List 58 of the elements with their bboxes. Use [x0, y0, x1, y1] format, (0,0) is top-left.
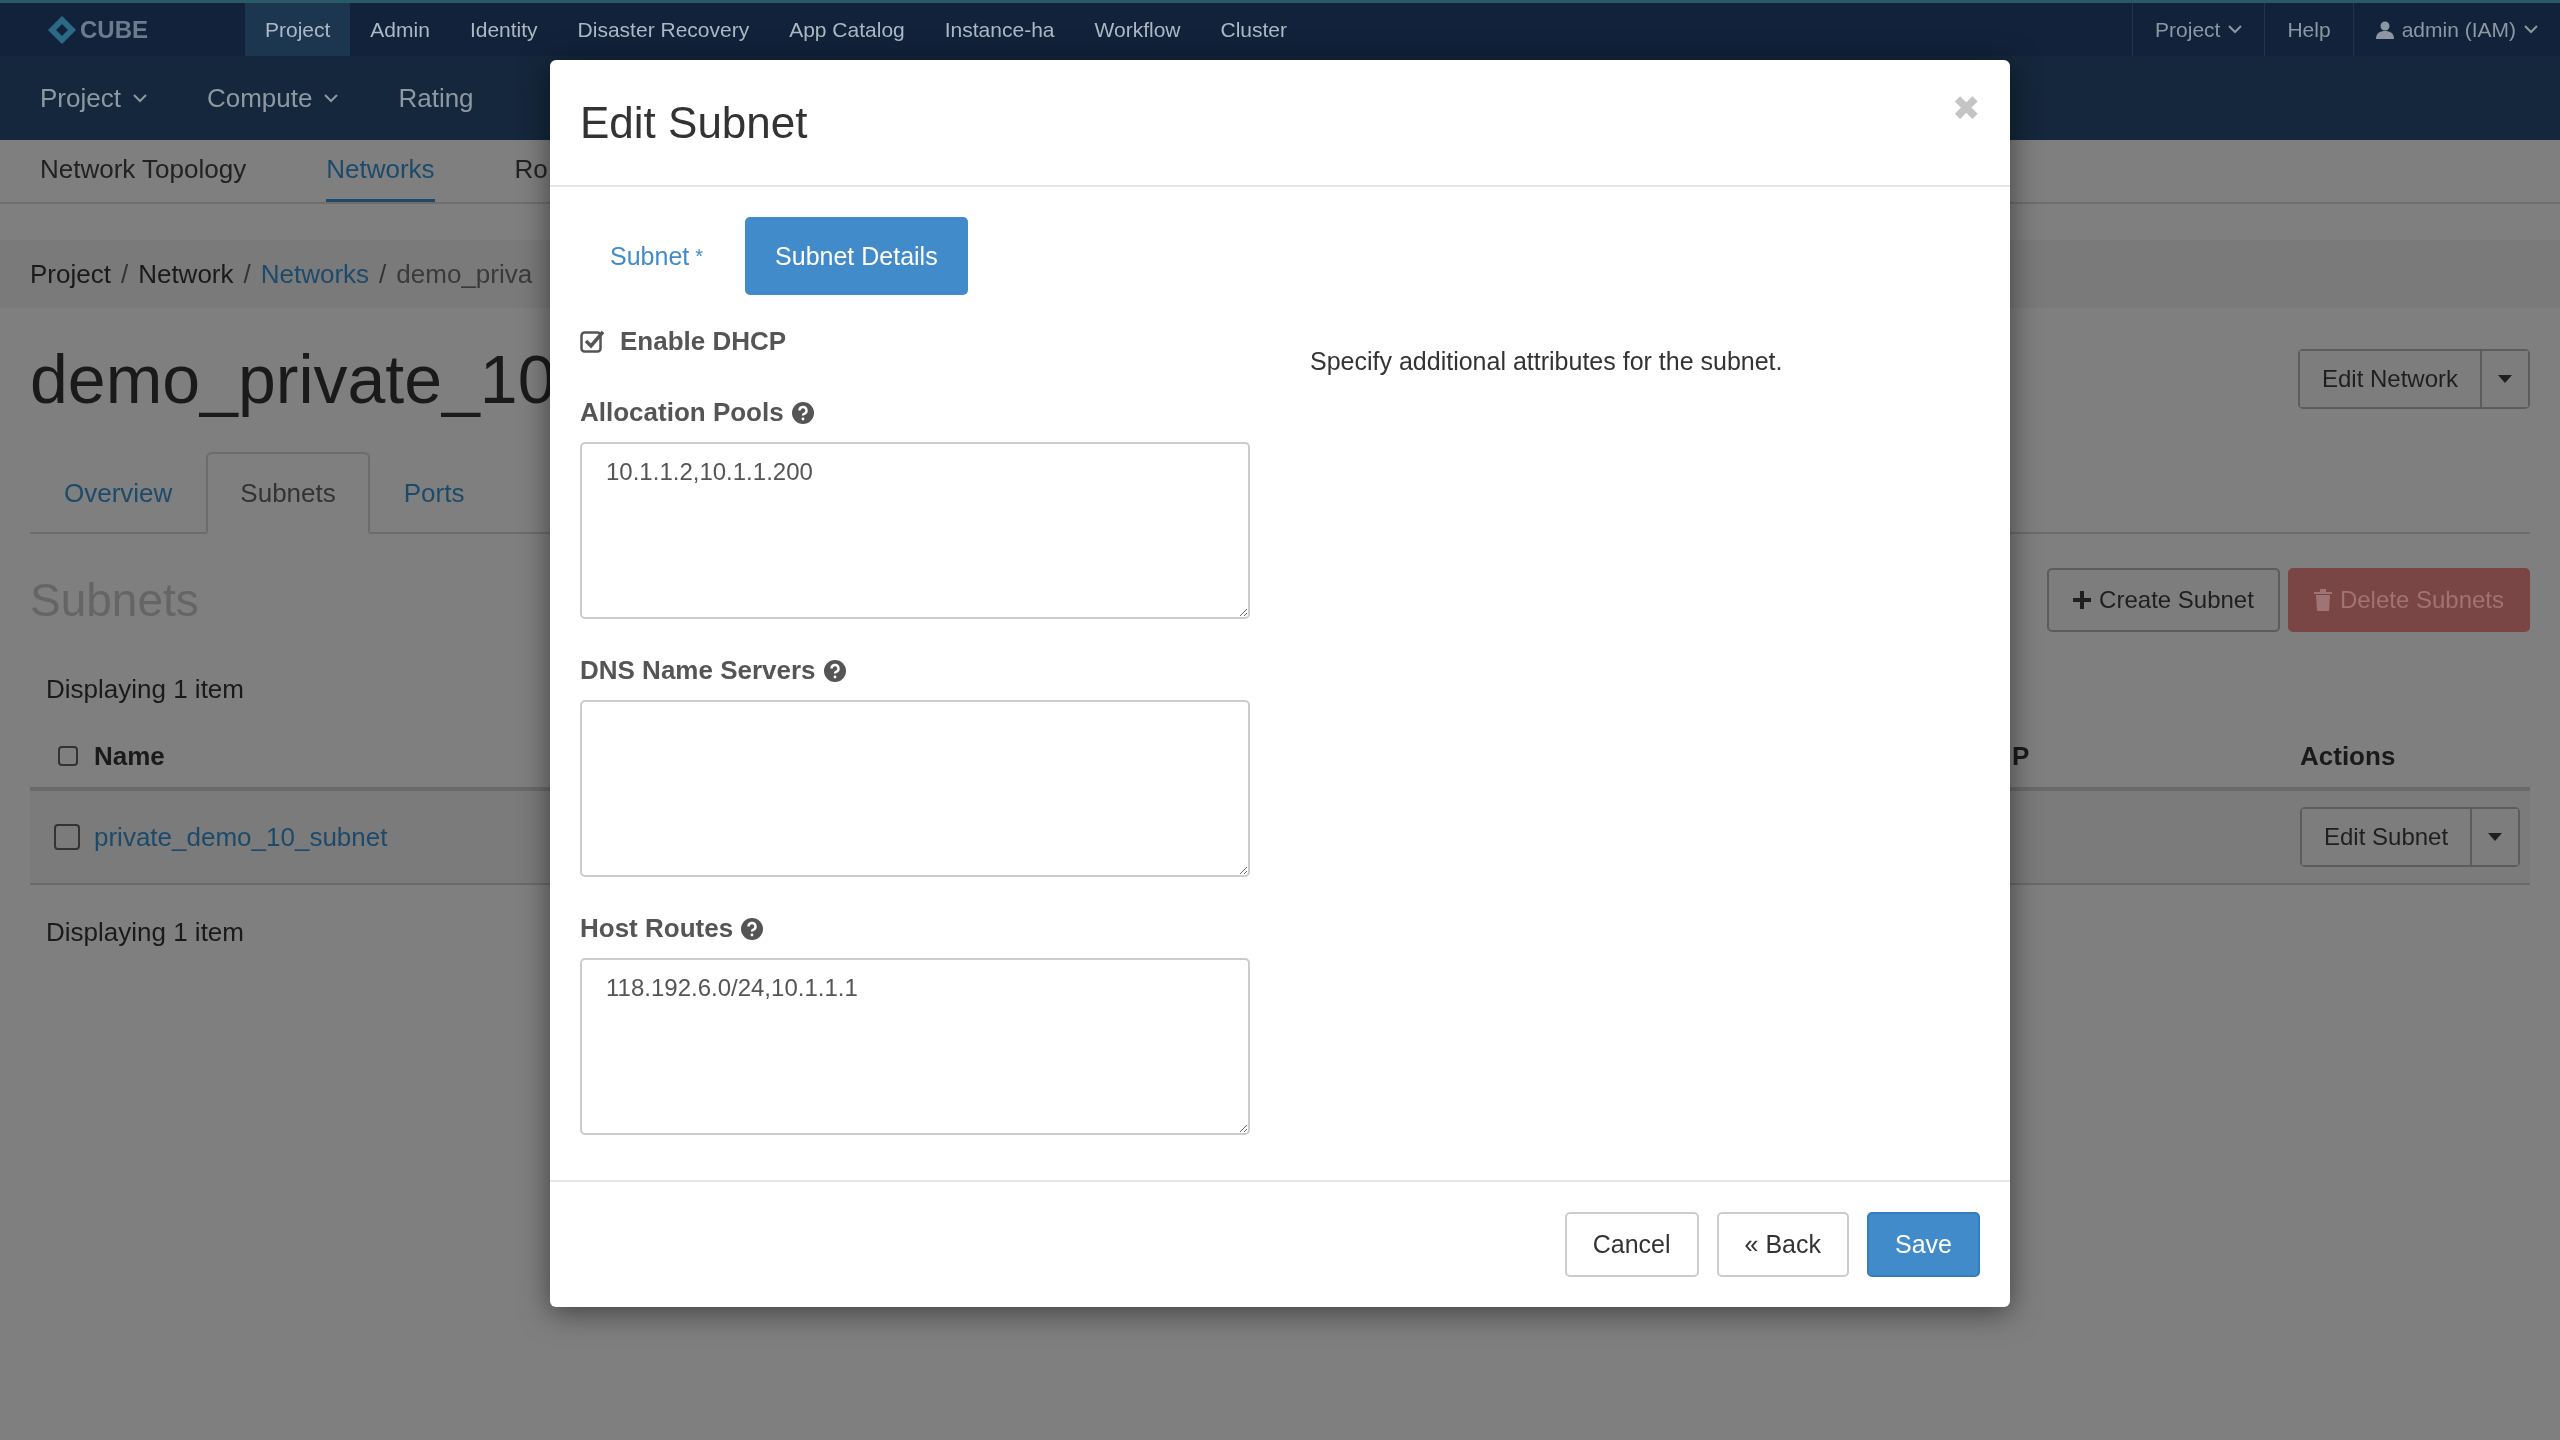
caret-icon: [2488, 833, 2503, 841]
dropdown-toggle[interactable]: [2480, 351, 2528, 407]
top-nav-item[interactable]: App Catalog: [769, 3, 925, 56]
chevron-down-icon: [2228, 25, 2243, 34]
top-nav-item[interactable]: Instance-ha: [924, 3, 1075, 56]
wizard-tab[interactable]: Subnet Details: [745, 217, 968, 295]
field-label: Allocation Pools: [580, 397, 784, 428]
caret-icon: [2498, 375, 2512, 383]
page-title: demo_private_10: [30, 340, 556, 418]
breadcrumb-text: Project: [30, 258, 111, 290]
field-label: DNS Name Servers: [580, 655, 816, 686]
checkbox-label: Enable DHCP: [620, 325, 787, 357]
text-area[interactable]: 10.1.1.2,10.1.1.200: [580, 442, 1250, 619]
diamond-icon: [48, 15, 76, 44]
logo[interactable]: CUBE: [0, 3, 245, 56]
column-header: P: [2012, 740, 2031, 772]
dialog-button[interactable]: Cancel: [1564, 1212, 1699, 1277]
help-icon: [823, 659, 846, 682]
field-label: Host Routes: [580, 913, 734, 944]
dialog-title: Edit Subnet: [580, 97, 808, 148]
column-header: Name: [94, 740, 166, 772]
user-icon: [2375, 20, 2394, 39]
dialog-button[interactable]: « Back: [1716, 1212, 1849, 1277]
save-button[interactable]: Save: [1867, 1212, 1980, 1277]
help-icon: [741, 917, 764, 940]
top-nav-item[interactable]: Disaster Recovery: [557, 3, 770, 56]
trash-icon: [2313, 589, 2332, 611]
dropdown-toggle[interactable]: [2470, 809, 2519, 865]
chevron-down-icon: [132, 93, 147, 103]
main-nav-item[interactable]: Rating: [398, 82, 474, 114]
select-all-checkbox[interactable]: [58, 746, 78, 766]
breadcrumb-separator: /: [120, 258, 129, 290]
plus-icon: [2073, 591, 2092, 609]
top-nav-item[interactable]: Identity: [449, 3, 558, 56]
checkbox[interactable]: [580, 329, 604, 353]
sub-nav-tab[interactable]: Ro: [514, 140, 548, 202]
text-area[interactable]: 118.192.6.0/24,10.1.1.1: [580, 958, 1250, 1135]
breadcrumb-text: Network: [138, 258, 234, 290]
top-nav-item[interactable]: Project: [245, 3, 351, 56]
column-header: Actions: [2300, 740, 2397, 772]
top-nav-item[interactable]: Cluster: [1200, 3, 1307, 56]
tab[interactable]: Subnets: [206, 452, 370, 534]
item-count: Displaying 1 item: [46, 917, 244, 948]
top-nav-item[interactable]: Workflow: [1074, 3, 1201, 56]
main-nav-item[interactable]: Project: [40, 82, 147, 114]
create-button[interactable]: Create Subnet: [2047, 568, 2280, 632]
help-text: Specify additional attributes for the subnet.: [1310, 347, 1784, 376]
breadcrumb-separator: /: [243, 258, 251, 290]
top-nav-item[interactable]: Admin: [350, 3, 450, 56]
chevron-down-icon: [2524, 25, 2538, 34]
main-nav-item[interactable]: Compute: [206, 82, 339, 114]
breadcrumb-text: demo_priva: [396, 258, 533, 290]
item-count: Displaying 1 item: [46, 674, 244, 705]
sub-nav-tab[interactable]: Network Topology: [40, 140, 247, 202]
row-checkbox[interactable]: [54, 824, 80, 850]
chevron-down-icon: [324, 93, 339, 103]
breadcrumb-separator: /: [379, 258, 387, 290]
help-icon: [791, 401, 814, 424]
